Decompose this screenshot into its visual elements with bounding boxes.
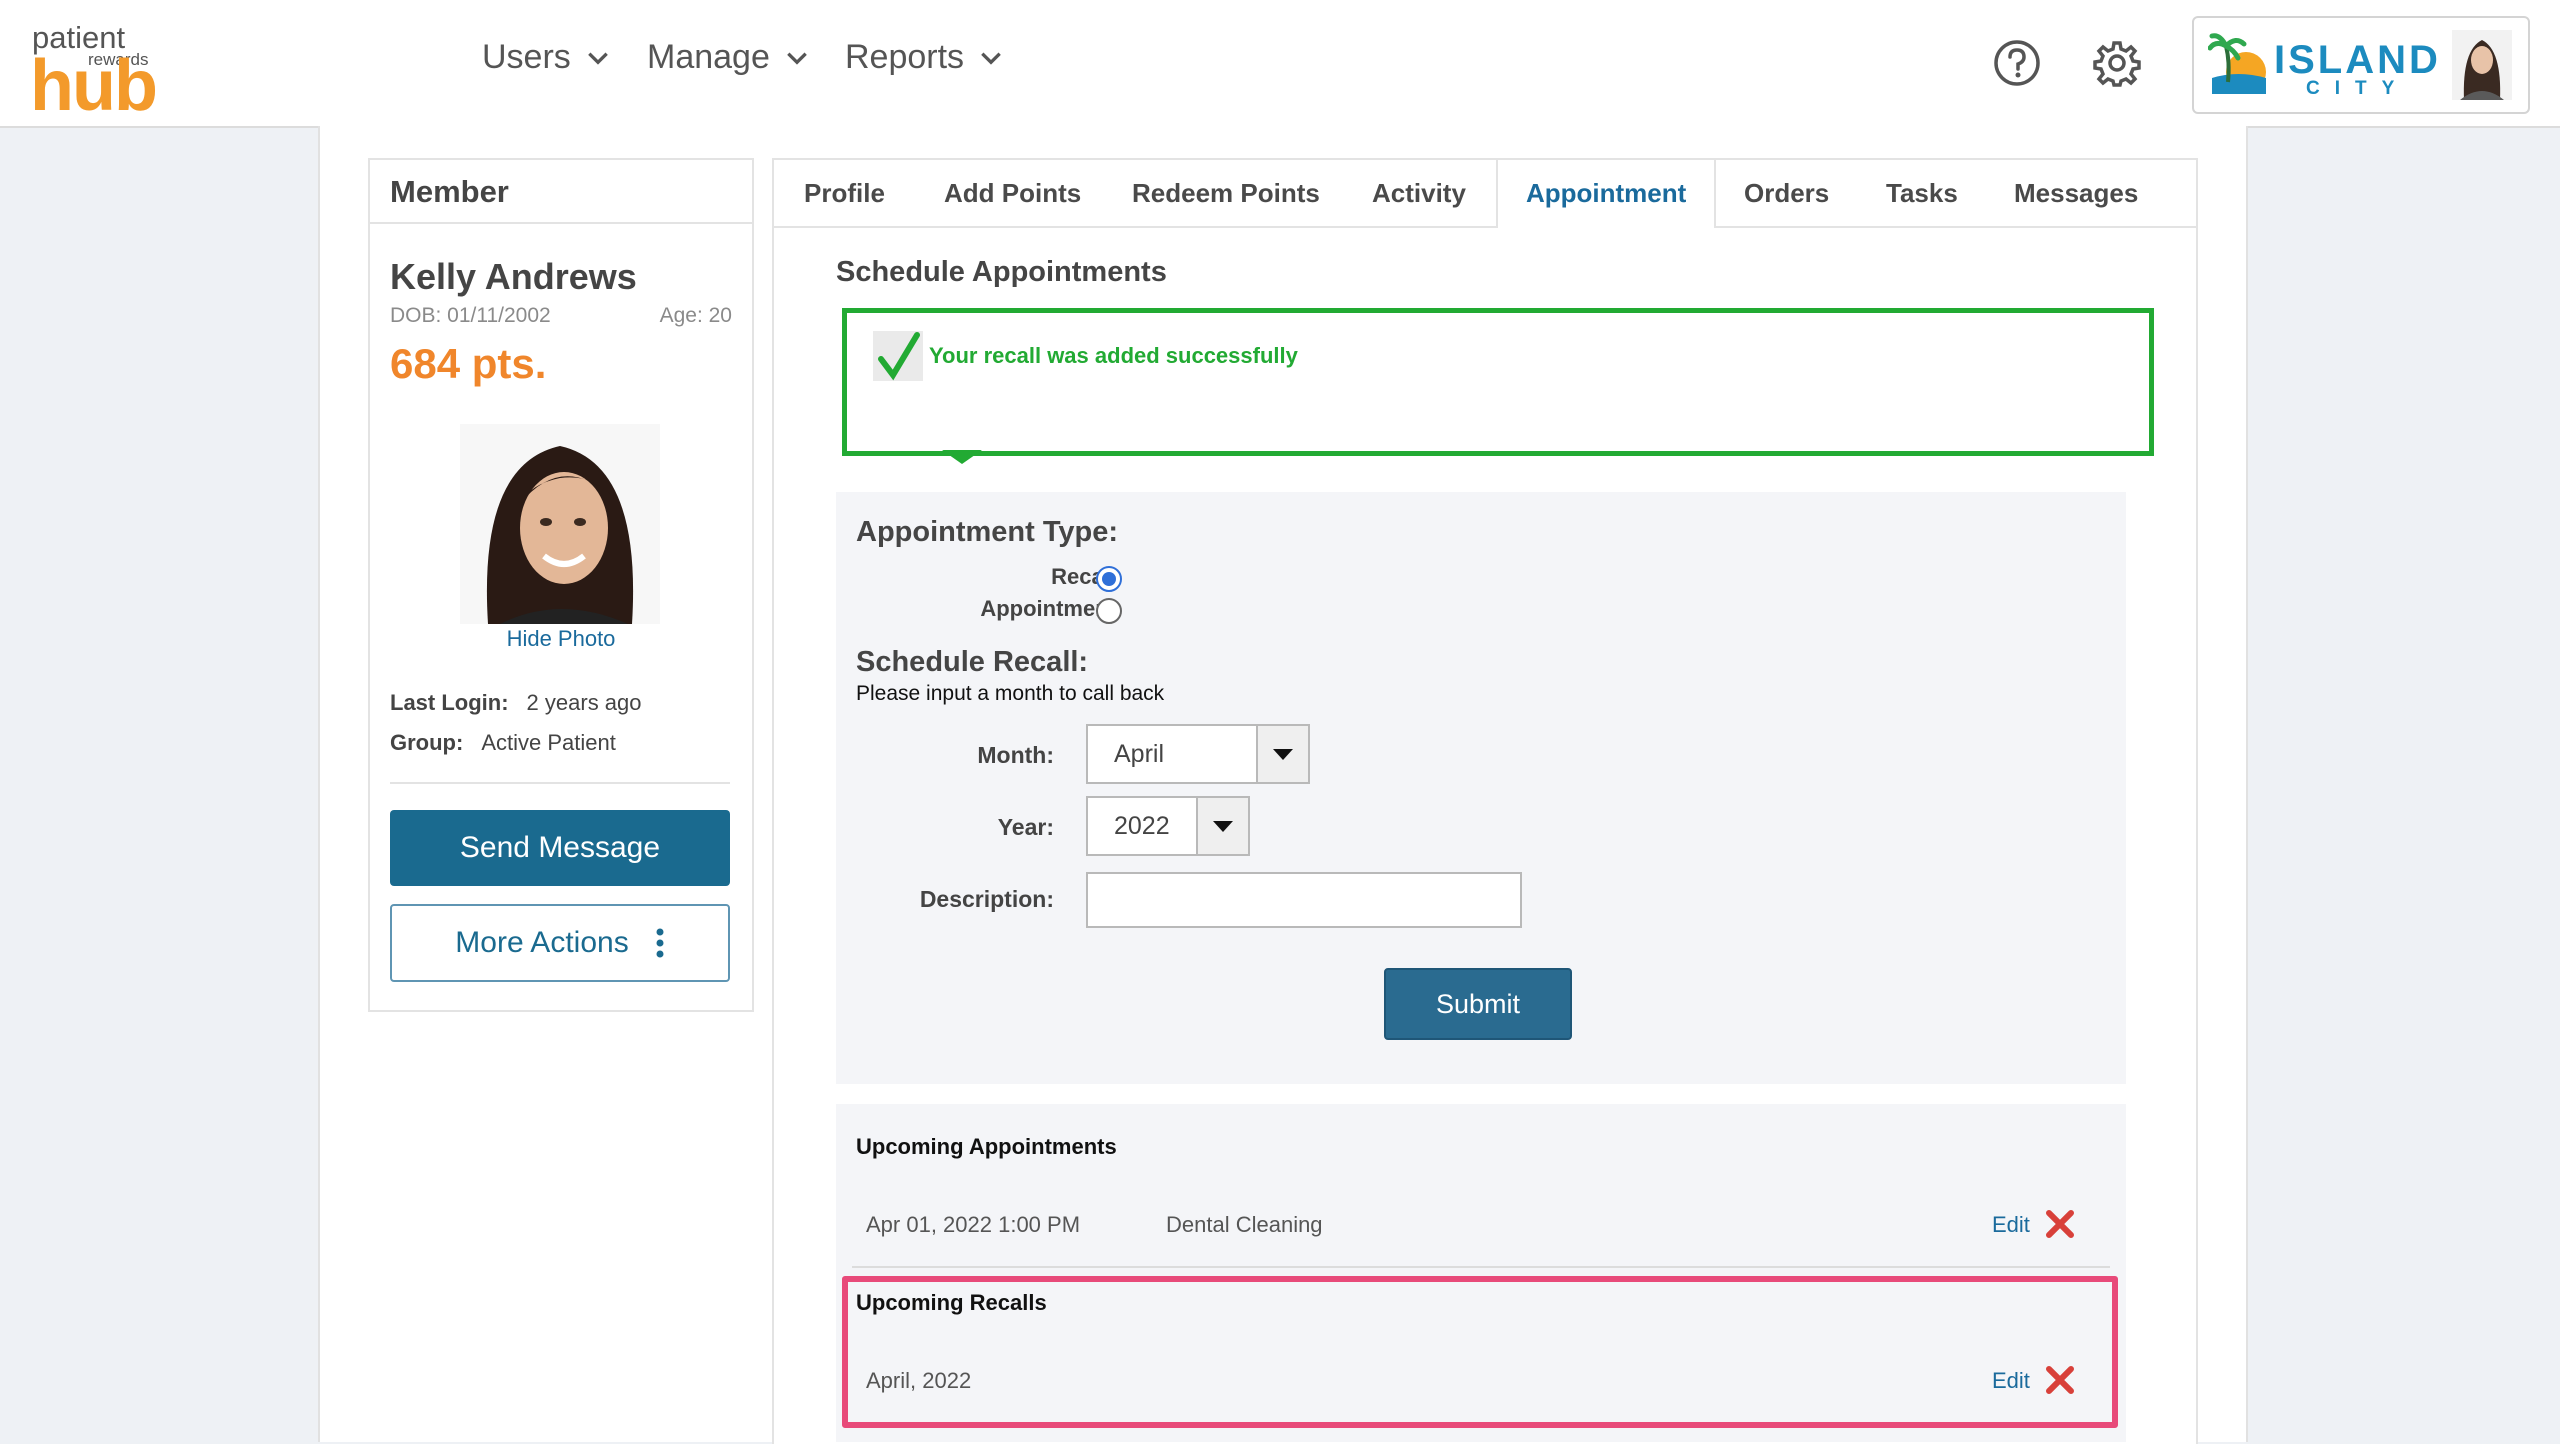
nav-reports-menu[interactable]: Reports (845, 38, 1004, 77)
success-alert: Your recall was added successfully (842, 308, 2154, 456)
group-value: Active Patient (481, 730, 616, 755)
upcoming-appointments-title: Upcoming Appointments (856, 1134, 1117, 1159)
schedule-recall-instruction: Please input a month to call back (856, 682, 1165, 705)
help-icon[interactable] (1992, 38, 2042, 88)
practice-name-line1: ISLAND (2274, 38, 2441, 82)
member-points: 684 pts. (390, 340, 547, 387)
practice-account-switcher[interactable]: ISLAND CITY (2192, 16, 2530, 114)
tab-profile[interactable]: Profile (804, 160, 885, 226)
member-photo (460, 424, 660, 624)
member-age: Age: 20 (659, 304, 732, 327)
last-login-value: 2 years ago (526, 690, 642, 715)
schedule-form: Appointment Type: Recall Appointment Sch… (836, 492, 2126, 1084)
chevron-down-icon (587, 52, 608, 65)
member-card-title: Member (390, 174, 509, 209)
month-select[interactable]: April (1086, 724, 1310, 784)
practice-name-line2: CITY (2306, 78, 2410, 99)
nav-manage-label: Manage (647, 38, 770, 76)
nav-users-label: Users (482, 38, 571, 76)
logo-text-hub: hub (30, 46, 158, 126)
recall-highlight-annotation (842, 1276, 2118, 1428)
alert-pointer (942, 450, 982, 464)
edit-appointment-link[interactable]: Edit (1992, 1212, 2030, 1238)
group-label: Group: (390, 730, 464, 755)
more-actions-button[interactable]: More Actions (390, 904, 730, 982)
delete-appointment-icon[interactable] (2044, 1208, 2076, 1240)
year-select[interactable]: 2022 (1086, 796, 1250, 856)
tab-add-points[interactable]: Add Points (944, 160, 1081, 226)
patient-rewards-hub-logo[interactable]: patient rewards hub (30, 20, 160, 122)
chevron-down-icon (981, 52, 1001, 65)
checkmark-icon (873, 331, 923, 381)
radio-appointment-label: Appointment (980, 596, 1116, 621)
nav-manage-menu[interactable]: Manage (647, 38, 810, 77)
divider (390, 782, 730, 784)
send-message-button[interactable]: Send Message (390, 810, 730, 886)
tab-tasks[interactable]: Tasks (1886, 160, 1958, 226)
appointment-type-heading: Appointment Type: (856, 516, 1119, 548)
appointment-type: Dental Cleaning (1166, 1212, 1323, 1237)
divider (852, 1266, 2110, 1268)
dropdown-arrow-icon (1196, 798, 1248, 854)
gear-icon[interactable] (2092, 38, 2142, 88)
radio-recall[interactable] (1096, 566, 1122, 592)
month-select-value: April (1114, 740, 1165, 768)
radio-appointment[interactable] (1096, 598, 1122, 624)
nav-users-menu[interactable]: Users (482, 38, 611, 77)
member-dob: DOB: 01/11/2002 (390, 304, 551, 327)
nav-reports-label: Reports (845, 38, 965, 76)
island-palm-logo-icon (2208, 33, 2266, 94)
tab-messages[interactable]: Messages (2014, 160, 2138, 226)
tab-appointment[interactable]: Appointment (1496, 160, 1717, 228)
group-row: Group: Active Patient (390, 730, 616, 756)
year-select-value: 2022 (1114, 812, 1170, 840)
tab-orders[interactable]: Orders (1744, 160, 1829, 226)
tab-activity[interactable]: Activity (1372, 160, 1466, 226)
success-alert-message: Your recall was added successfully (929, 343, 1298, 368)
hide-photo-link[interactable]: Hide Photo (370, 626, 752, 652)
user-avatar (2452, 30, 2512, 100)
member-tabs: Profile Add Points Redeem Points Activit… (774, 160, 2196, 228)
year-label: Year: (997, 814, 1054, 840)
member-card: Member Kelly Andrews DOB: 01/11/2002 Age… (368, 158, 754, 1012)
tab-redeem-points[interactable]: Redeem Points (1132, 160, 1320, 226)
kebab-menu-icon (656, 928, 664, 958)
last-login-label: Last Login: (390, 690, 509, 715)
description-input[interactable] (1086, 872, 1522, 928)
chevron-down-icon (787, 52, 807, 65)
member-card-header: Member (370, 160, 752, 224)
top-navigation-bar: patient rewards hub Users Manage Reports… (0, 0, 2560, 128)
submit-button[interactable]: Submit (1384, 968, 1572, 1040)
schedule-recall-heading: Schedule Recall: (856, 646, 1089, 678)
member-name: Kelly Andrews (390, 256, 637, 297)
description-label: Description: (919, 886, 1054, 912)
dropdown-arrow-icon (1256, 726, 1308, 782)
month-label: Month: (977, 742, 1054, 768)
radio-recall-label: Recall (1051, 564, 1116, 589)
more-actions-label: More Actions (455, 926, 629, 959)
schedule-appointments-title: Schedule Appointments (836, 256, 1167, 288)
appointment-datetime: Apr 01, 2022 1:00 PM (866, 1212, 1081, 1237)
last-login-row: Last Login: 2 years ago (390, 690, 642, 716)
member-portrait-image (460, 424, 660, 624)
